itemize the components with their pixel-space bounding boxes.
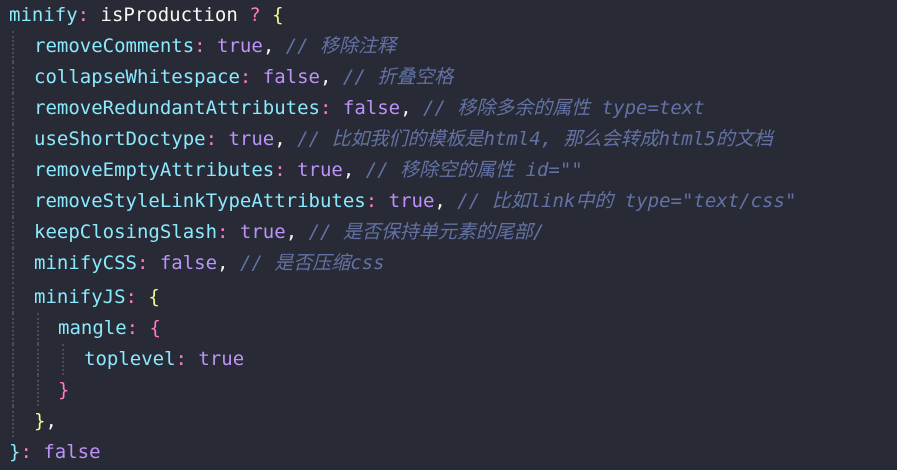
property-key: useShortDoctype [34, 128, 206, 150]
close-brace: } [58, 379, 70, 401]
indent-guide [12, 313, 14, 344]
property-key: keepClosingSlash [34, 221, 218, 243]
colon: : [319, 97, 332, 119]
code-text: }: false [9, 437, 101, 468]
indent-guide [37, 313, 39, 344]
colon: : [175, 348, 187, 370]
comma: , [285, 221, 298, 243]
ternary-operator: ? [249, 4, 261, 26]
boolean-value: true [228, 221, 286, 243]
comment: // 移除注释 [274, 35, 397, 57]
close-brace: } [9, 441, 21, 463]
close-brace: } [34, 410, 46, 432]
boolean-value: false [331, 97, 401, 119]
comma: , [274, 128, 286, 150]
property-key: removeStyleLinkTypeAttributes [34, 190, 366, 212]
boolean-value: true [377, 190, 435, 212]
boolean-value: true [205, 35, 263, 57]
property-key: removeComments [34, 35, 195, 57]
comment: // 是否保持单元素的尾部/ [297, 221, 545, 243]
comma: , [217, 252, 229, 274]
comma: , [262, 35, 275, 57]
property-key: minifyCSS [34, 252, 137, 274]
boolean-value: false [31, 441, 101, 463]
code-text: minifyJS: { [34, 282, 160, 313]
comment: // 比如我们的模板是html4, 那么会转成html5的文档 [285, 128, 773, 150]
property-key: collapseWhitespace [34, 66, 240, 88]
property-key: minify [9, 4, 78, 26]
indent-guide [12, 93, 14, 124]
code-text: minify: isProduction ? { [9, 0, 284, 31]
code-text: minifyCSS: false, // 是否压缩css [34, 248, 385, 279]
comment: // 移除空的属性 id="" [354, 159, 583, 181]
boolean-value: true [285, 159, 343, 181]
indent-guide [12, 344, 14, 375]
colon: : [126, 317, 139, 339]
code-text: }, [34, 406, 57, 437]
colon: : [77, 4, 90, 26]
colon: : [205, 128, 218, 150]
property-key: minifyJS [34, 286, 126, 308]
open-brace: { [136, 286, 160, 308]
code-text: collapseWhitespace: false, // 折叠空格 [34, 62, 453, 93]
indent-guide [12, 375, 14, 406]
indent-guide [12, 124, 14, 155]
code-text: removeStyleLinkTypeAttributes: true, // … [34, 186, 796, 217]
comma: , [320, 66, 332, 88]
code-text: } [58, 375, 69, 406]
indent-guide [12, 62, 14, 93]
code-text: removeRedundantAttributes: false, // 移除多… [34, 93, 705, 124]
indent-guide [37, 344, 39, 375]
open-brace: { [260, 4, 284, 26]
property-key: removeRedundantAttributes [34, 97, 320, 119]
property-key: toplevel [84, 348, 176, 370]
boolean-value: true [217, 128, 275, 150]
code-text: useShortDoctype: true, // 比如我们的模板是html4,… [34, 124, 773, 155]
indent-guide [12, 31, 14, 62]
colon: : [239, 66, 252, 88]
comma: , [45, 410, 57, 432]
boolean-value: true [186, 348, 245, 370]
comma: , [342, 159, 355, 181]
code-text: mangle: { [58, 313, 161, 344]
indent-guide [62, 344, 64, 375]
code-text: removeEmptyAttributes: true, // 移除空的属性 i… [34, 155, 583, 186]
colon: : [20, 441, 32, 463]
indent-guide [12, 248, 14, 279]
colon: : [125, 286, 137, 308]
comma: , [400, 97, 412, 119]
indent-guide [12, 155, 14, 186]
code-editor[interactable]: minify: isProduction ? { removeComments:… [0, 0, 897, 470]
code-text: toplevel: true [84, 344, 244, 375]
colon: : [136, 252, 149, 274]
colon: : [274, 159, 286, 181]
indent-guide [12, 186, 14, 217]
colon: : [194, 35, 206, 57]
colon: : [365, 190, 378, 212]
boolean-value: false [148, 252, 218, 274]
indent-guide [12, 406, 14, 437]
boolean-value: false [251, 66, 320, 88]
colon: : [217, 221, 229, 243]
open-brace: { [138, 317, 161, 339]
comment: // 折叠空格 [331, 66, 454, 88]
comment: // 移除多余的属性 type=text [411, 97, 705, 119]
property-key: removeEmptyAttributes [34, 159, 275, 181]
comment: // 是否压缩css [228, 252, 385, 274]
indent-guide [12, 282, 14, 313]
code-text: keepClosingSlash: true, // 是否保持单元素的尾部/ [34, 217, 544, 248]
property-key: mangle [58, 317, 127, 339]
code-text: removeComments: true, // 移除注释 [34, 31, 396, 62]
identifier: isProduction [89, 4, 250, 26]
comma: , [434, 190, 446, 212]
comment: // 比如link中的 type="text/css" [445, 190, 797, 212]
indent-guide [37, 375, 39, 406]
indent-guide [12, 217, 14, 248]
